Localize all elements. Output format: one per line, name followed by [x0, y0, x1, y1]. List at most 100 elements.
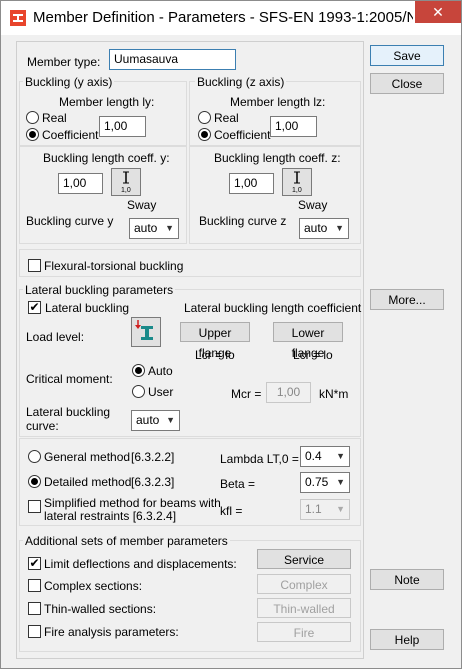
flexural-torsional-label: Flexural-torsional buckling: [44, 259, 184, 273]
fire-analysis-checkbox[interactable]: [28, 625, 41, 638]
member-length-z-label: Member length lz:: [230, 95, 326, 109]
i-beam-load-icon: [135, 320, 153, 340]
close-button[interactable]: Close: [370, 73, 444, 94]
lateral-length-coeff-title: Lateral buckling length coefficient: [184, 301, 362, 315]
sway-z-icon-value: 1,0: [292, 187, 302, 194]
help-button[interactable]: Help: [370, 629, 444, 650]
lateral-curve-value: auto: [136, 413, 160, 427]
beta-value: 0.75: [305, 475, 329, 489]
general-method-radio[interactable]: [28, 450, 41, 463]
buckling-curve-y-label: Buckling curve y: [26, 214, 114, 228]
window-close-icon[interactable]: ✕: [415, 1, 461, 23]
buckling-coeff-z-field[interactable]: 1,00: [229, 173, 274, 194]
simplified-method-label-2: lateral restraints [6.3.2.4]: [44, 509, 177, 523]
lateral-curve-label-2: curve:: [26, 419, 59, 433]
real-z-label: Real: [214, 111, 239, 125]
coefficient-y-label: Coefficient: [42, 128, 99, 142]
member-length-z-field[interactable]: 1,00: [270, 116, 317, 137]
general-method-ref: [6.3.2.2]: [131, 450, 175, 464]
lambda-value: 0.4: [305, 449, 322, 463]
sway-y-button[interactable]: 1,0: [111, 168, 141, 196]
buckling-coeff-y-label: Buckling length coeff. y:: [43, 151, 170, 165]
flexural-torsional-checkbox[interactable]: [28, 259, 41, 272]
more-button[interactable]: More...: [370, 289, 444, 310]
real-z-radio[interactable]: [198, 111, 211, 124]
kfl-select[interactable]: 1.1 ▼: [300, 499, 350, 520]
buckling-curve-z-value: auto: [304, 221, 328, 235]
app-logo-icon: [10, 10, 26, 26]
dialog-window: Member Definition - Parameters - SFS-EN …: [0, 0, 462, 669]
mcr-unit: kN*m: [319, 387, 349, 401]
thin-walled-checkbox[interactable]: [28, 602, 41, 615]
complex-sections-checkbox[interactable]: [28, 579, 41, 592]
simplified-method-label-1: Simplified method for beams with: [44, 496, 221, 510]
sway-z-label: Sway: [298, 198, 328, 212]
detailed-method-ref: [6.3.2.3]: [131, 475, 175, 489]
complex-sections-label: Complex sections:: [44, 579, 143, 593]
lateral-curve-select[interactable]: auto ▼: [131, 410, 180, 431]
note-button[interactable]: Note: [370, 569, 444, 590]
title-bar: Member Definition - Parameters - SFS-EN …: [1, 1, 461, 35]
lambda-label: Lambda LT,0 =: [220, 452, 299, 466]
mcr-field[interactable]: 1,00: [266, 382, 311, 403]
thin-walled-button[interactable]: Thin-walled: [257, 598, 351, 618]
chevron-down-icon: ▼: [336, 477, 345, 487]
sway-column-icon: 1,0: [292, 171, 302, 194]
member-length-y-field[interactable]: 1,00: [99, 116, 146, 137]
sway-y-icon-value: 1,0: [121, 187, 131, 194]
lateral-curve-label-1: Lateral buckling: [26, 405, 111, 419]
sway-column-icon: 1,0: [121, 171, 131, 194]
limit-deflections-label: Limit deflections and displacements:: [44, 557, 237, 571]
simplified-method-checkbox[interactable]: [28, 500, 41, 513]
chevron-down-icon: ▼: [336, 504, 345, 514]
complex-button[interactable]: Complex: [257, 574, 351, 594]
member-type-field[interactable]: Uumasauva: [109, 49, 236, 70]
sway-z-button[interactable]: 1,0: [282, 168, 312, 196]
load-level-button[interactable]: [131, 317, 161, 347]
coefficient-z-label: Coefficient: [214, 128, 271, 142]
member-length-y-label: Member length ly:: [59, 95, 155, 109]
thin-walled-label: Thin-walled sections:: [44, 602, 157, 616]
auto-radio[interactable]: [132, 364, 145, 377]
lateral-buckling-label: Lateral buckling: [45, 301, 130, 315]
lateral-title: Lateral buckling parameters: [23, 283, 176, 297]
window-title: Member Definition - Parameters - SFS-EN …: [33, 9, 413, 26]
user-radio[interactable]: [132, 385, 145, 398]
upper-flange-button[interactable]: Upper flange: [180, 322, 250, 360]
coefficient-z-radio[interactable]: [198, 128, 211, 141]
beta-label: Beta =: [220, 477, 256, 491]
buckling-coeff-y-field[interactable]: 1,00: [58, 173, 103, 194]
save-button[interactable]: Save: [370, 45, 444, 66]
limit-deflections-checkbox[interactable]: ✔: [28, 557, 41, 570]
real-y-label: Real: [42, 111, 67, 125]
chevron-down-icon: ▼: [336, 451, 345, 461]
chevron-down-icon: ▼: [335, 223, 344, 233]
lower-flange-button[interactable]: Lower flange: [273, 322, 343, 360]
buckling-z-title: Buckling (z axis): [195, 75, 287, 89]
buckling-curve-y-select[interactable]: auto ▼: [129, 218, 179, 239]
buckling-y-title: Buckling (y axis): [23, 75, 115, 89]
additional-title: Additional sets of member parameters: [23, 534, 230, 548]
sway-y-label: Sway: [127, 198, 157, 212]
buckling-curve-y-value: auto: [134, 221, 158, 235]
coefficient-y-radio[interactable]: [26, 128, 39, 141]
general-method-label: General method: [44, 450, 131, 464]
buckling-coeff-z-label: Buckling length coeff. z:: [214, 151, 341, 165]
buckling-curve-z-select[interactable]: auto ▼: [299, 218, 349, 239]
service-button[interactable]: Service: [257, 549, 351, 569]
chevron-down-icon: ▼: [166, 415, 175, 425]
kfl-label: kfl =: [220, 504, 243, 518]
fire-analysis-label: Fire analysis parameters:: [44, 625, 179, 639]
detailed-method-label: Detailed method: [44, 475, 132, 489]
mcr-label: Mcr =: [231, 387, 262, 401]
detailed-method-radio[interactable]: [28, 475, 41, 488]
lcr-upper-label: Lcr = lo: [195, 348, 235, 362]
fire-button[interactable]: Fire: [257, 622, 351, 642]
real-y-radio[interactable]: [26, 111, 39, 124]
lambda-select[interactable]: 0.4 ▼: [300, 446, 350, 467]
lcr-lower-label: Lcr = lo: [293, 348, 333, 362]
load-level-label: Load level:: [26, 330, 85, 344]
lateral-buckling-checkbox[interactable]: ✔: [28, 301, 41, 314]
buckling-curve-z-label: Buckling curve z: [199, 214, 287, 228]
beta-select[interactable]: 0.75 ▼: [300, 472, 350, 493]
